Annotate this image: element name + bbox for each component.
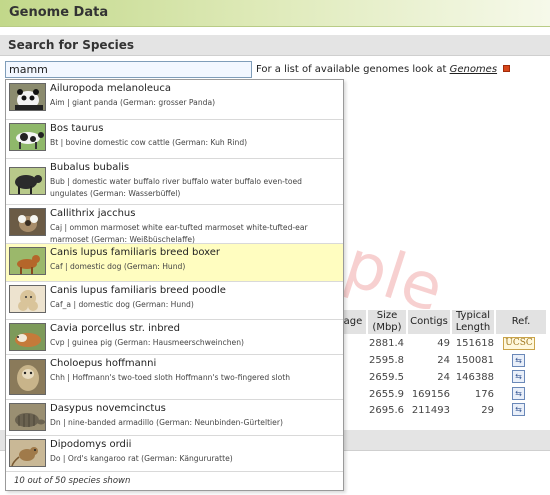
suggestion-name: Bos taurus [50, 123, 104, 134]
suggestion-item[interactable]: Canis lupus familiaris breed poodle Caf_… [6, 282, 343, 320]
suggestion-name: Dipodomys ordii [50, 439, 132, 450]
panda-thumbnail [9, 83, 46, 111]
marmoset-thumbnail [9, 208, 46, 236]
buffalo-thumbnail [9, 167, 46, 195]
header-typical-length: Typical Length [452, 310, 494, 334]
suggestion-description: Caf | domestic dog (German: Hund) [50, 262, 186, 271]
cell-size: 2659.5 [369, 372, 404, 383]
cell-size: 2655.9 [369, 389, 404, 400]
suggestion-description: Dn | nine-banded armadillo (German: Neun… [50, 418, 283, 427]
suggestion-description: Do | Ord's kangaroo rat (German: Känguru… [50, 454, 233, 463]
suggestion-name: Choloepus hoffmanni [50, 358, 157, 369]
genomes-link[interactable]: Genomes [450, 64, 497, 75]
suggestion-name: Bubalus bubalis [50, 162, 130, 173]
header-ref: Ref. [496, 310, 546, 334]
header-contigs: Contigs [408, 310, 450, 334]
hint-text: For a list of available genomes look at [256, 64, 447, 75]
cell-length: 150081 [455, 355, 494, 366]
suggestion-name: Ailuropoda melanoleuca [50, 83, 172, 94]
cow-thumbnail [9, 123, 46, 151]
suggestion-name: Callithrix jacchus [50, 208, 136, 219]
cell-contigs: 211493 [411, 405, 450, 416]
suggestion-item[interactable]: Choloepus hoffmanni Chh | Hoffmann's two… [6, 355, 343, 400]
suggestion-item[interactable]: Dasypus novemcinctus Dn | nine-banded ar… [6, 400, 343, 436]
suggestion-item-highlighted[interactable]: Canis lupus familiaris breed boxer Caf |… [6, 244, 343, 282]
boxer-dog-thumbnail [9, 247, 46, 275]
refresh-ref-icon[interactable]: ⇆ [512, 403, 525, 416]
cell-size: 2695.6 [369, 405, 404, 416]
page-title-bar: Genome Data [0, 0, 550, 27]
suggestion-name: Dasypus novemcinctus [50, 403, 166, 414]
suggestion-item[interactable]: Bos taurus Bt | bovine domestic cow catt… [6, 120, 343, 159]
search-section-title: Search for Species [8, 38, 135, 52]
suggestion-name: Canis lupus familiaris breed poodle [50, 285, 226, 296]
kangaroo-rat-thumbnail [9, 439, 46, 467]
poodle-thumbnail [9, 285, 46, 313]
suggestion-name: Cavia porcellus str. inbred [50, 323, 180, 334]
cell-length: 29 [481, 405, 494, 416]
suggestion-description: Aim | giant panda (German: grosser Panda… [50, 98, 216, 107]
header-size: Size (Mbp) [368, 310, 406, 334]
refresh-ref-icon[interactable]: ⇆ [512, 387, 525, 400]
cell-contigs: 24 [437, 372, 450, 383]
species-suggestion-dropdown[interactable]: Ailuropoda melanoleuca Aim | giant panda… [5, 79, 344, 491]
suggestion-item[interactable]: Ailuropoda melanoleuca Aim | giant panda… [6, 80, 343, 120]
cell-size: 2595.8 [369, 355, 404, 366]
cell-contigs: 49 [437, 338, 450, 349]
sloth-thumbnail [9, 359, 46, 395]
suggestion-description: Bub | domestic water buffalo river buffa… [50, 177, 302, 198]
cell-contigs: 169156 [411, 389, 450, 400]
suggestion-item[interactable]: Cavia porcellus str. inbred Cvp | guinea… [6, 320, 343, 355]
suggestion-description: Bt | bovine domestic cow cattle (German:… [50, 138, 248, 147]
suggestion-item[interactable]: Callithrix jacchus Caj | ommon marmoset … [6, 205, 343, 244]
refresh-ref-icon[interactable]: ⇆ [512, 354, 525, 367]
suggestion-description: Cvp | guinea pig (German: Hausmeerschwei… [50, 338, 244, 347]
cell-length: 151618 [455, 338, 494, 349]
guinea-pig-thumbnail [9, 323, 46, 351]
suggestion-item[interactable]: Dipodomys ordii Do | Ord's kangaroo rat … [6, 436, 343, 472]
page-title: Genome Data [9, 5, 109, 20]
genomes-hint: For a list of available genomes look at … [256, 64, 511, 75]
refresh-ref-icon[interactable]: ⇆ [512, 370, 525, 383]
results-count: 10 out of 50 species shown [14, 476, 131, 486]
suggestion-description: Caj | ommon marmoset white ear-tufted ma… [50, 223, 308, 244]
ucsc-ref-link[interactable]: UCSC [503, 337, 535, 350]
external-link-icon [503, 65, 511, 72]
search-section-header: Search for Species [0, 35, 550, 56]
species-search-input[interactable] [5, 61, 252, 78]
armadillo-thumbnail [9, 403, 46, 431]
cell-length: 146388 [455, 372, 494, 383]
cell-contigs: 24 [437, 355, 450, 366]
suggestion-name: Canis lupus familiaris breed boxer [50, 247, 221, 258]
cell-size: 2881.4 [369, 338, 404, 349]
cell-length: 176 [474, 389, 494, 400]
suggestion-description: Caf_a | domestic dog (German: Hund) [50, 300, 194, 309]
suggestion-item[interactable]: Bubalus bubalis Bub | domestic water buf… [6, 159, 343, 205]
suggestion-description: Chh | Hoffmann's two-toed sloth Hoffmann… [50, 373, 291, 382]
